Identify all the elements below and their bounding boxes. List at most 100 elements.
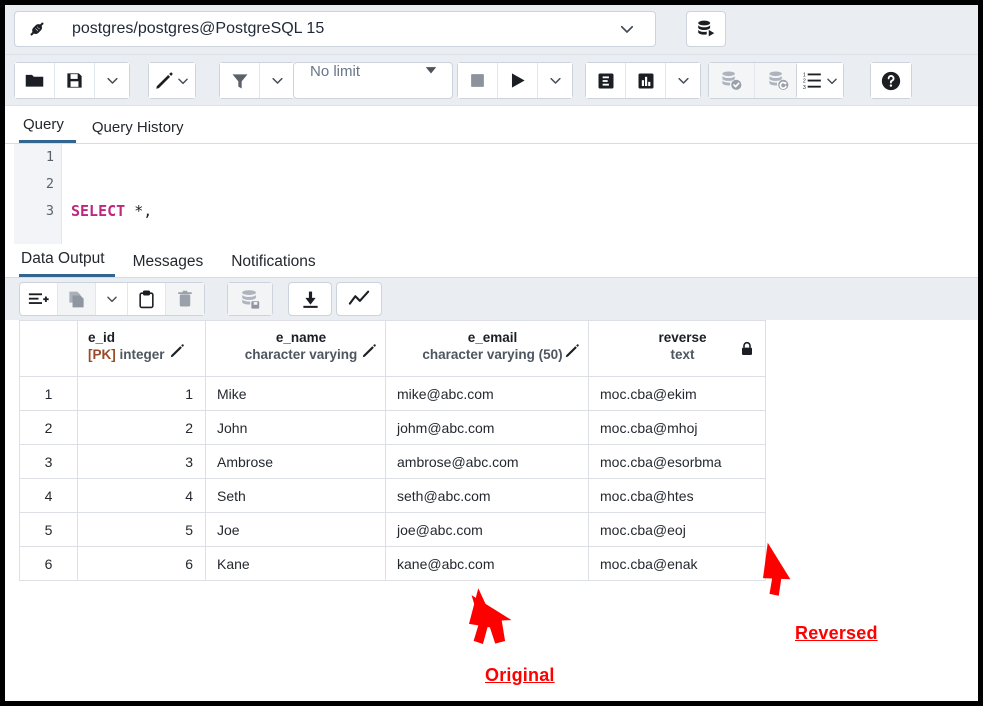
arrow-reversed <box>757 533 842 611</box>
svg-text:2: 2 <box>802 79 805 85</box>
row-number: 2 <box>20 411 78 445</box>
database-execute-icon[interactable] <box>686 11 726 47</box>
cell-reverse[interactable]: moc.cba@ekim <box>589 377 766 411</box>
column-name: e_name <box>227 329 375 346</box>
line-number: 3 <box>14 198 61 225</box>
execute-button-group <box>457 62 573 99</box>
row-number: 3 <box>20 445 78 479</box>
tab-notifications[interactable]: Notifications <box>229 250 325 277</box>
save-data-button[interactable] <box>228 283 272 315</box>
column-type: text <box>610 346 755 364</box>
cell-reverse[interactable]: moc.cba@eoj <box>589 513 766 547</box>
row-edit-group <box>19 282 205 316</box>
table-row: 5 5 Joe joe@abc.com moc.cba@eoj <box>20 513 766 547</box>
cell-reverse[interactable]: moc.cba@enak <box>589 547 766 581</box>
download-group <box>288 282 332 316</box>
table-header-row: e_id [PK] integer e_name <box>20 321 766 377</box>
cell-e-id[interactable]: 4 <box>78 479 206 513</box>
graph-visualiser-button[interactable] <box>337 283 381 315</box>
copy-dropdown[interactable] <box>96 283 128 315</box>
column-header-reverse[interactable]: reverse text <box>589 321 766 377</box>
annotation-reversed: Reversed <box>795 623 878 644</box>
delete-row-button[interactable] <box>166 283 204 315</box>
output-tabs: Data Output Messages Notifications <box>5 244 978 278</box>
code-line: SELECT *, <box>71 198 961 225</box>
connection-title[interactable]: postgres/postgres@PostgreSQL 15 <box>58 11 598 47</box>
explain-e-icon[interactable] <box>586 63 626 98</box>
line-number: 2 <box>14 171 61 198</box>
cell-e-email[interactable]: ambrose@abc.com <box>386 445 589 479</box>
cell-e-email[interactable]: joe@abc.com <box>386 513 589 547</box>
row-number: 1 <box>20 377 78 411</box>
cell-e-name[interactable]: Kane <box>206 547 386 581</box>
arrow-original <box>465 580 545 665</box>
execute-query-button[interactable] <box>498 63 538 98</box>
pencil-icon <box>564 343 580 362</box>
bar-chart-icon[interactable] <box>626 63 666 98</box>
sql-editor[interactable]: 1 2 3 SELECT *, REVERSE(e_email) FROM em… <box>5 144 978 244</box>
open-file-button[interactable] <box>15 63 55 98</box>
save-data-group <box>227 282 273 316</box>
tab-query-history[interactable]: Query History <box>88 115 196 143</box>
column-header-e-email[interactable]: e_email character varying (50) <box>386 321 589 377</box>
copy-button[interactable] <box>58 283 96 315</box>
column-name: reverse <box>610 329 755 346</box>
connection-chevron-down-icon[interactable] <box>598 11 656 47</box>
cell-reverse[interactable]: moc.cba@esorbma <box>589 445 766 479</box>
row-number: 5 <box>20 513 78 547</box>
filter-button[interactable] <box>220 63 260 98</box>
commit-button[interactable] <box>709 63 755 98</box>
table-row: 1 1 Mike mike@abc.com moc.cba@ekim <box>20 377 766 411</box>
edit-button[interactable] <box>149 63 195 98</box>
row-number: 4 <box>20 479 78 513</box>
cell-e-name[interactable]: Seth <box>206 479 386 513</box>
annotation-original: Original <box>485 665 555 686</box>
tab-data-output[interactable]: Data Output <box>19 247 115 277</box>
cell-e-email[interactable]: kane@abc.com <box>386 547 589 581</box>
cell-e-id[interactable]: 3 <box>78 445 206 479</box>
database-connection-icon <box>14 11 58 47</box>
column-header-rownum <box>20 321 78 377</box>
explain-dropdown[interactable] <box>666 63 700 98</box>
add-row-button[interactable] <box>20 283 58 315</box>
column-header-e-name[interactable]: e_name character varying <box>206 321 386 377</box>
column-header-e-id[interactable]: e_id [PK] integer <box>78 321 206 377</box>
row-limit-select[interactable]: No limit <box>293 62 453 99</box>
cell-e-email[interactable]: johm@abc.com <box>386 411 589 445</box>
save-file-button[interactable] <box>55 63 95 98</box>
table-row: 3 3 Ambrose ambrose@abc.com moc.cba@esor… <box>20 445 766 479</box>
filter-dropdown[interactable] <box>260 63 294 98</box>
pgadmin-query-tool-window: postgres/postgres@PostgreSQL 15 <box>5 5 978 701</box>
connection-selector[interactable]: postgres/postgres@PostgreSQL 15 <box>14 11 656 47</box>
screenshot-root: postgres/postgres@PostgreSQL 15 <box>0 0 983 706</box>
cell-reverse[interactable]: moc.cba@htes <box>589 479 766 513</box>
question-circle-icon[interactable] <box>871 63 911 98</box>
save-file-dropdown[interactable] <box>95 63 129 98</box>
table-row: 2 2 John johm@abc.com moc.cba@mhoj <box>20 411 766 445</box>
svg-text:1: 1 <box>802 73 805 79</box>
cell-e-id[interactable]: 6 <box>78 547 206 581</box>
cell-e-id[interactable]: 2 <box>78 411 206 445</box>
cell-e-name[interactable]: Mike <box>206 377 386 411</box>
download-button[interactable] <box>289 283 331 315</box>
tab-query[interactable]: Query <box>19 112 76 143</box>
caret-down-icon <box>424 63 438 77</box>
cell-reverse[interactable]: moc.cba@mhoj <box>589 411 766 445</box>
row-limit-label: No limit <box>310 63 360 98</box>
macros-button[interactable]: 1 2 3 <box>797 63 843 98</box>
cell-e-name[interactable]: Ambrose <box>206 445 386 479</box>
paste-button[interactable] <box>128 283 166 315</box>
tab-messages[interactable]: Messages <box>131 250 214 277</box>
cell-e-email[interactable]: mike@abc.com <box>386 377 589 411</box>
column-type: integer <box>120 347 165 362</box>
cell-e-id[interactable]: 1 <box>78 377 206 411</box>
line-number: 1 <box>14 144 61 171</box>
cell-e-name[interactable]: John <box>206 411 386 445</box>
execute-dropdown[interactable] <box>538 63 572 98</box>
svg-text:3: 3 <box>802 85 805 91</box>
stop-query-button[interactable] <box>458 63 498 98</box>
rollback-button[interactable] <box>755 63 801 98</box>
cell-e-name[interactable]: Joe <box>206 513 386 547</box>
cell-e-email[interactable]: seth@abc.com <box>386 479 589 513</box>
cell-e-id[interactable]: 5 <box>78 513 206 547</box>
